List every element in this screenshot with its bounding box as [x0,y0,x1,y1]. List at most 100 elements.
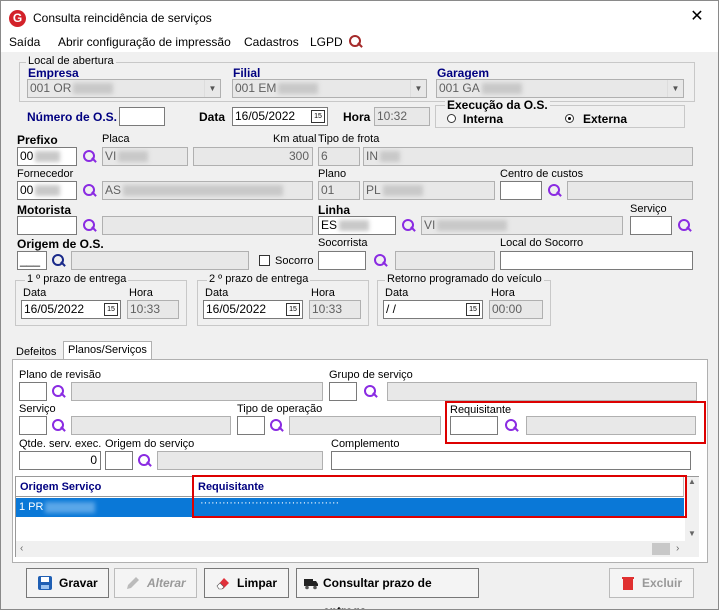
consultar-button[interactable]: Consultar prazo de entrega [296,568,479,609]
km-label: Km atual [273,133,317,145]
scroll-down-icon: ▼ [688,529,696,538]
chevron-down-icon: ▼ [204,80,220,97]
tab-defeitos[interactable]: Defeitos [12,344,60,360]
numero-os-input[interactable] [119,107,165,126]
prefixo-input[interactable]: 00 [17,147,77,166]
excluir-button[interactable]: Excluir [609,568,694,598]
tab-planos-servicos[interactable]: Planos/Serviços [63,341,152,360]
grupo-input[interactable] [329,382,357,401]
grupo-search-icon[interactable] [363,384,378,399]
prazo1-data-input[interactable]: 16/05/2022 15 [21,300,121,319]
origem-name [71,251,249,270]
complemento-label: Complemento [331,438,400,450]
menu-cadastros[interactable]: Cadastros [244,35,299,49]
qtde-label: Qtde. serv. exec. [19,438,102,450]
frota-name: IN [363,147,693,166]
eraser-icon [216,578,229,590]
empresa-label: Empresa [28,66,79,80]
linha-search-icon[interactable] [401,218,416,233]
socorrista-name [395,251,495,270]
cc-input[interactable] [500,181,542,200]
socorro-label: Socorro [275,255,314,267]
motorista-label: Motorista [17,203,71,217]
socorrista-search-icon[interactable] [373,253,388,268]
garagem-select[interactable]: 001 GA ▼ [436,79,684,98]
linha-input[interactable]: ES [318,216,396,235]
plano-code: 01 [318,181,360,200]
servico-input[interactable] [630,216,672,235]
requisitante-search-icon[interactable] [504,418,519,433]
app-logo-icon: G [9,10,26,27]
menu-search-icon[interactable] [348,34,363,49]
calendar-icon: 15 [311,110,325,123]
grid-header-origem[interactable]: Origem Serviço [16,477,194,497]
socorro-checkbox[interactable] [259,255,270,266]
local-socorro-input[interactable] [500,251,693,270]
externa-radio[interactable] [565,114,574,123]
interna-label: Interna [463,112,504,126]
scroll-up-icon: ▲ [688,477,696,486]
menu-bar: Saída Abrir configuração de impressão Ca… [1,32,718,52]
numero-os-label: Número de O.S. [27,110,118,124]
garagem-label: Garagem [437,66,490,80]
menu-lgpd[interactable]: LGPD [310,35,343,49]
retorno-data-label: Data [385,287,409,299]
motorista-search-icon[interactable] [82,218,97,233]
limpar-button[interactable]: Limpar [204,568,289,598]
retorno-legend: Retorno programado do veículo [385,273,544,285]
prazo2-data-input[interactable]: 16/05/2022 15 [203,300,303,319]
main-window: G Consulta reincidência de serviços ✕ Sa… [0,0,719,610]
servico-label: Serviço [630,203,667,215]
tipo-op-search-icon[interactable] [269,418,284,433]
data-input[interactable]: 16/05/2022 15 [232,107,328,126]
scroll-thumb [652,543,670,555]
alterar-button[interactable]: Alterar [114,568,197,598]
plano-revisao-search-icon[interactable] [51,384,66,399]
prazo1-hora-input: 10:33 [127,300,179,319]
fornecedor-label: Fornecedor [17,168,74,180]
interna-radio[interactable] [447,114,456,123]
filial-label: Filial [233,66,261,80]
horizontal-scrollbar[interactable]: ‹ › [16,541,699,557]
complemento-input[interactable] [331,451,691,470]
origem-input[interactable]: ___ [17,251,47,270]
socorrista-input[interactable] [318,251,366,270]
hora-input: 10:32 [374,107,430,126]
calendar-icon: 15 [286,303,300,316]
servico-plano-input[interactable] [19,416,47,435]
empresa-select[interactable]: 001 OR ▼ [27,79,221,98]
fornecedor-search-icon[interactable] [82,183,97,198]
menu-saida[interactable]: Saída [9,35,40,49]
gravar-button[interactable]: Gravar [26,568,109,598]
filial-select[interactable]: 001 EM ▼ [232,79,427,98]
execucao-legend: Execução da O.S. [445,98,550,112]
requisitante-input[interactable] [450,416,498,435]
prefixo-label: Prefixo [17,133,58,147]
motorista-input[interactable] [17,216,77,235]
frota-code: 6 [318,147,360,166]
prazo2-legend: 2 º prazo de entrega [207,273,311,285]
prazo1-hora-label: Hora [129,287,153,299]
retorno-hora-label: Hora [491,287,515,299]
servico-plano-label: Serviço [19,403,56,415]
qtde-input[interactable]: 0 [19,451,101,470]
trash-icon [622,577,634,590]
cc-label: Centro de custos [500,168,584,180]
tipo-op-input[interactable] [237,416,265,435]
linha-name: VI [421,216,623,235]
servico-plano-search-icon[interactable] [51,418,66,433]
origem-servico-input[interactable] [105,451,133,470]
plano-revisao-input[interactable] [19,382,47,401]
scroll-left-icon: ‹ [20,543,24,554]
vertical-scrollbar[interactable]: ▲ ▼ [685,477,699,541]
close-button[interactable]: ✕ [685,6,709,28]
menu-abrir-config[interactable]: Abrir configuração de impressão [58,35,231,49]
prefixo-search-icon[interactable] [82,149,97,164]
origem-search-icon[interactable] [51,253,66,268]
retorno-data-input[interactable]: / /15 [383,300,483,319]
cc-search-icon[interactable] [547,183,562,198]
servico-search-icon[interactable] [677,218,692,233]
origem-servico-search-icon[interactable] [137,453,152,468]
fornecedor-input[interactable]: 00 [17,181,77,200]
km-input: 300 [193,147,313,166]
